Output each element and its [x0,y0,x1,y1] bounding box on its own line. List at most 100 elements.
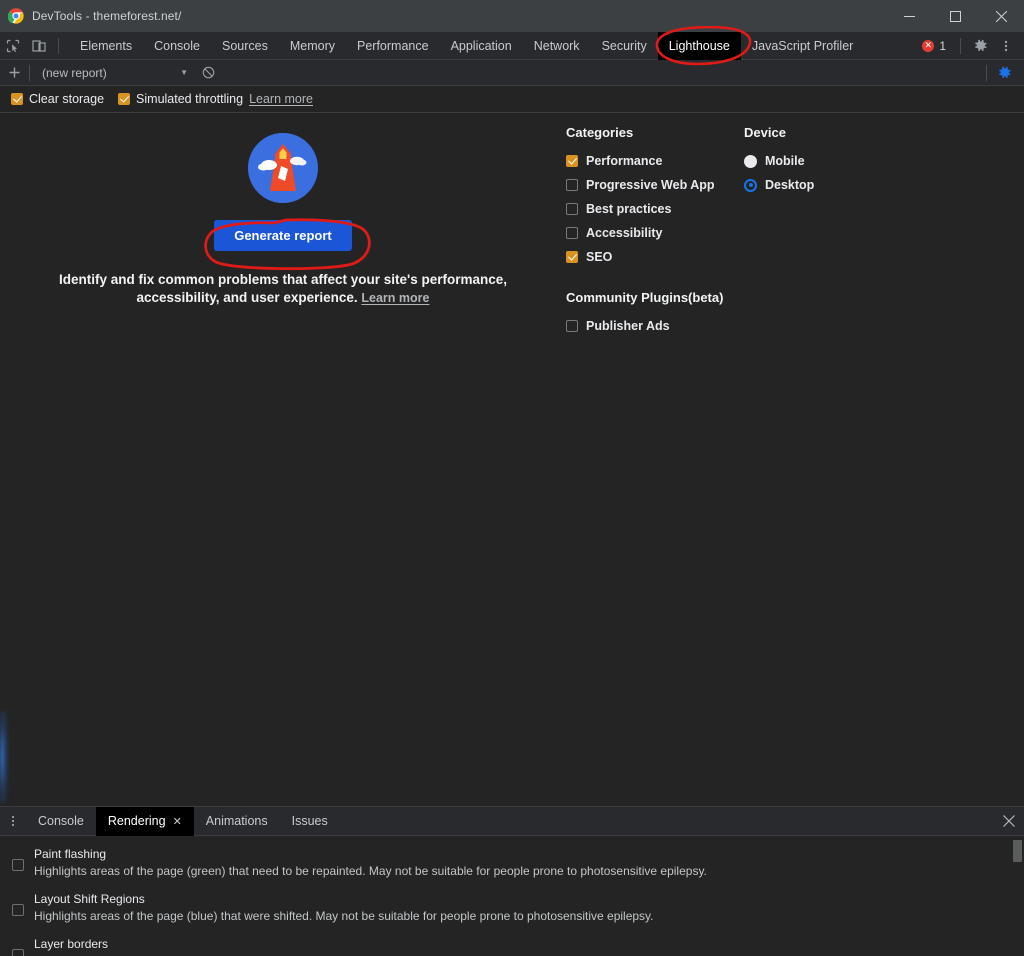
category-performance-label: Performance [586,154,663,168]
drawer-scrollbar[interactable] [1013,840,1022,950]
drawer-tab-console[interactable]: Console [26,807,96,836]
tab-lighthouse[interactable]: Lighthouse [657,31,741,60]
tab-network[interactable]: Network [523,32,591,60]
device-mobile-label: Mobile [765,154,805,168]
rendering-option-layer-borders[interactable]: Layer borders [12,936,1024,956]
category-best-practices-checkbox[interactable] [566,203,578,215]
lighthouse-toolbar-right [981,61,1024,85]
category-accessibility[interactable]: Accessibility [566,221,744,245]
gear-icon[interactable] [968,34,992,58]
device-mobile[interactable]: Mobile [744,149,944,173]
more-vertical-icon[interactable] [994,34,1018,58]
layer-borders-checkbox[interactable] [12,949,24,956]
panel-tabs: Elements Console Sources Memory Performa… [69,31,864,60]
drawer-tab-console-label: Console [38,814,84,828]
report-select-value: (new report) [42,65,107,80]
drawer-tab-rendering-close-icon[interactable]: ✕ [173,815,182,828]
inspect-element-icon[interactable] [0,33,26,59]
report-select[interactable]: (new report) ▼ [35,60,197,86]
titlebar-left: DevTools - themeforest.net/ [0,8,886,24]
category-accessibility-label: Accessibility [586,226,663,240]
device-desktop-label: Desktop [765,178,815,192]
category-best-practices[interactable]: Best practices [566,197,744,221]
category-progressive-web-app[interactable]: Progressive Web App [566,173,744,197]
paint-flashing-checkbox[interactable] [12,859,24,871]
drawer-close-icon[interactable] [994,807,1024,836]
category-seo[interactable]: SEO [566,245,744,269]
window-title: DevTools - themeforest.net/ [32,9,182,23]
maximize-button[interactable] [932,0,978,32]
device-column: Device Mobile Desktop [744,125,944,338]
lighthouse-settings-gear-icon[interactable] [992,61,1016,85]
category-best-practices-label: Best practices [586,202,672,216]
plus-icon[interactable] [0,60,28,86]
device-mobile-radio[interactable] [744,154,757,168]
device-desktop[interactable]: Desktop [744,173,944,197]
tab-console[interactable]: Console [143,32,211,60]
rendering-option-paint-flashing[interactable]: Paint flashing Highlights areas of the p… [12,846,1024,880]
error-count: 1 [939,38,946,53]
drawer-tab-issues[interactable]: Issues [280,807,340,836]
window-controls [886,0,1024,32]
lighthouse-start-view: Generate report Identify and fix common … [0,113,566,323]
clear-ban-icon[interactable] [197,60,219,86]
devtools-tabbar: Elements Console Sources Memory Performa… [0,31,1024,60]
drawer-tab-rendering[interactable]: Rendering ✕ [95,806,194,836]
tabbar-divider [960,37,961,54]
plugin-publisher-ads-label: Publisher Ads [586,319,670,333]
devtools-window: DevTools - themeforest.net/ Elements Con… [0,0,1024,956]
lighthouse-logo-icon [248,133,318,203]
clear-storage-checkbox[interactable] [11,93,23,105]
plugin-publisher-ads[interactable]: Publisher Ads [566,314,744,338]
categories-heading: Categories [566,125,634,140]
close-button[interactable] [978,0,1024,32]
tab-elements[interactable]: Elements [69,32,143,60]
paint-flashing-title: Paint flashing [34,847,107,861]
simulated-throttling-option[interactable]: Simulated throttling Learn more [118,92,313,106]
toolbar-divider [986,64,987,81]
rendering-option-layout-shift-regions[interactable]: Layout Shift Regions Highlights areas of… [12,891,1024,925]
tab-performance[interactable]: Performance [346,32,440,60]
simulated-throttling-checkbox[interactable] [118,93,131,105]
clear-storage-option[interactable]: Clear storage [11,92,104,106]
chrome-logo-icon [7,8,24,24]
category-seo-checkbox[interactable] [566,251,578,263]
category-accessibility-checkbox[interactable] [566,227,578,239]
category-performance-checkbox[interactable] [566,155,578,167]
lighthouse-options-row: Clear storage Simulated throttling Learn… [0,86,1024,113]
toolbar-divider [29,64,30,81]
drawer-more-vertical-icon[interactable] [0,807,26,836]
throttling-learn-more-link[interactable]: Learn more [249,92,313,106]
lighthouse-toolbar: (new report) ▼ [0,60,1024,86]
drawer-tabbar: Console Rendering ✕ Animations Issues [0,806,1024,836]
clear-storage-label: Clear storage [29,92,105,106]
description-line2: accessibility, and user experience. [136,290,358,305]
lighthouse-description: Identify and fix common problems that af… [48,271,518,307]
lighthouse-config-form: Categories Performance Progressive Web A… [566,125,944,338]
tab-memory[interactable]: Memory [279,32,346,60]
tab-javascript-profiler[interactable]: JavaScript Profiler [741,32,864,60]
toolbar-divider [58,37,59,54]
layer-borders-title: Layer borders [34,937,109,951]
drawer-scrollbar-thumb[interactable] [1013,840,1022,862]
minimize-button[interactable] [886,0,932,32]
tabbar-actions: ✕ 1 [915,32,1024,60]
layout-shift-regions-checkbox[interactable] [12,904,24,916]
tab-application[interactable]: Application [440,32,523,60]
category-performance[interactable]: Performance [566,149,744,173]
drawer-tab-animations[interactable]: Animations [194,807,280,836]
tab-security[interactable]: Security [591,32,658,60]
generate-report-button[interactable]: Generate report [214,220,352,251]
category-progressive-web-app-checkbox[interactable] [566,179,578,191]
device-toolbar-icon[interactable] [26,33,52,59]
community-plugins-heading: Community Plugins(beta) [566,290,724,305]
tab-sources[interactable]: Sources [211,32,279,60]
error-badge[interactable]: ✕ 1 [915,39,953,53]
categories-column: Categories Performance Progressive Web A… [566,125,744,338]
plugin-publisher-ads-checkbox[interactable] [566,320,578,332]
error-badge-icon: ✕ [922,39,935,52]
device-heading: Device [744,125,786,140]
description-learn-more-link[interactable]: Learn more [361,291,429,305]
device-desktop-radio[interactable] [744,178,757,192]
devtools-drawer: Console Rendering ✕ Animations Issues Pa… [0,806,1024,956]
